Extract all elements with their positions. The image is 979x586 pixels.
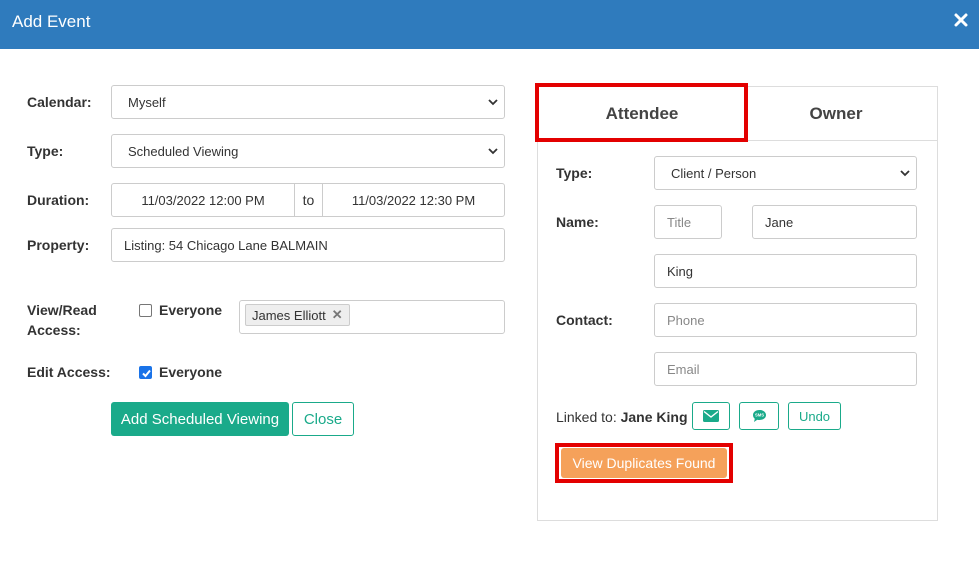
to-addon: to [294, 183, 323, 217]
last-name-value: King [667, 263, 694, 279]
calendar-select[interactable]: Myself [111, 85, 505, 119]
edit-everyone-label: Everyone [159, 364, 223, 380]
linked-to: Linked to: Jane King [556, 409, 688, 425]
property-input[interactable]: Listing: 54 Chicago Lane BALMAIN [111, 228, 505, 262]
property-value: Listing: 54 Chicago Lane BALMAIN [124, 237, 328, 253]
undo-button[interactable]: Undo [788, 402, 841, 430]
first-name-input[interactable]: Jane [752, 205, 917, 239]
view-everyone-label: Everyone [159, 302, 223, 318]
end-datetime-input[interactable]: 11/03/2022 12:30 PM [322, 183, 505, 217]
chevron-down-icon [488, 99, 498, 106]
email-button[interactable] [692, 402, 730, 430]
view-access-label-line1: View/Read [27, 302, 97, 318]
duplicates-highlight [555, 443, 733, 483]
chevron-down-icon [488, 148, 498, 155]
start-datetime-input[interactable]: 11/03/2022 12:00 PM [111, 183, 295, 217]
svg-text:SMS: SMS [754, 413, 763, 418]
view-everyone-checkbox[interactable] [139, 304, 152, 317]
email-input[interactable]: Email [654, 352, 917, 386]
user-tag: James Elliott ✕ [245, 304, 350, 326]
linked-to-prefix: Linked to: [556, 409, 617, 425]
edit-access-label: Edit Access: [27, 364, 111, 380]
envelope-icon [703, 410, 719, 422]
edit-everyone-checkbox[interactable] [139, 366, 152, 379]
view-access-label-line2: Access: [27, 322, 81, 338]
modal-title: Add Event [12, 12, 91, 31]
contact-type-select[interactable]: Client / Person [654, 156, 917, 190]
first-name-value: Jane [765, 214, 794, 230]
title-placeholder: Title [667, 214, 692, 230]
attendee-tab-highlight [535, 83, 748, 142]
contact-label: Contact: [556, 312, 613, 328]
contact-type-label: Type: [556, 165, 593, 181]
user-tag-label: James Elliott [252, 307, 326, 323]
remove-tag-icon[interactable]: ✕ [332, 307, 343, 323]
close-icon[interactable] [953, 12, 969, 28]
tab-owner[interactable]: Owner [746, 87, 926, 140]
to-text: to [302, 192, 315, 208]
end-datetime-value: 11/03/2022 12:30 PM [351, 192, 476, 208]
type-label: Type: [27, 143, 64, 159]
type-value: Scheduled Viewing [128, 143, 239, 159]
modal-header: Add Event [0, 0, 979, 49]
type-select[interactable]: Scheduled Viewing [111, 134, 505, 168]
last-name-input[interactable]: King [654, 254, 917, 288]
name-label: Name: [556, 214, 599, 230]
phone-placeholder: Phone [667, 312, 705, 328]
phone-input[interactable]: Phone [654, 303, 917, 337]
email-placeholder: Email [667, 361, 700, 377]
sms-button[interactable]: SMS [739, 402, 779, 430]
sms-icon: SMS [752, 410, 766, 422]
chevron-down-icon [900, 170, 910, 177]
duration-label: Duration: [27, 192, 90, 208]
add-scheduled-viewing-button[interactable]: Add Scheduled Viewing [111, 402, 289, 436]
contact-type-value: Client / Person [671, 165, 757, 181]
start-datetime-value: 11/03/2022 12:00 PM [141, 192, 265, 208]
calendar-label: Calendar: [27, 94, 92, 110]
title-input[interactable]: Title [654, 205, 722, 239]
calendar-value: Myself [128, 94, 166, 110]
checkmark-icon [142, 369, 151, 378]
property-label: Property: [27, 237, 90, 253]
linked-contact-name[interactable]: Jane King [621, 409, 688, 425]
close-button[interactable]: Close [292, 402, 354, 436]
